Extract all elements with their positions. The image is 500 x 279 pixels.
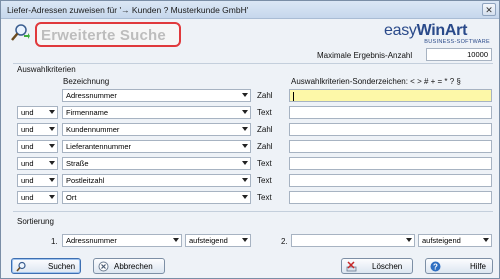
max-results-input[interactable]: 10000 <box>426 48 492 61</box>
criteria-type-label: Zahl <box>257 142 273 151</box>
chevron-down-icon <box>49 144 55 148</box>
chevron-down-icon <box>242 195 248 199</box>
chevron-down-icon <box>242 161 248 165</box>
chevron-down-icon <box>49 195 55 199</box>
chevron-down-icon <box>49 110 55 114</box>
criteria-type-label: Text <box>257 193 272 202</box>
criteria-type-label: Text <box>257 176 272 185</box>
sort-order-1-select[interactable]: aufsteigend <box>185 234 251 247</box>
criteria-field-select[interactable]: Ort <box>62 191 251 204</box>
chevron-down-icon <box>49 127 55 131</box>
column-header-bezeichnung: Bezeichnung <box>63 77 110 86</box>
criteria-value-input[interactable] <box>289 140 492 153</box>
search-title-box: Erweiterte Suche <box>35 22 181 47</box>
search-button[interactable]: Suchen <box>11 258 81 274</box>
window-title: Liefer-Adressen zuweisen für '→ Kunden ?… <box>7 5 249 15</box>
connector-select[interactable]: und <box>17 123 58 136</box>
chevron-down-icon <box>242 110 248 114</box>
connector-select[interactable]: und <box>17 157 58 170</box>
help-icon: ? <box>430 261 441 272</box>
sort-section-label: Sortierung <box>17 217 54 226</box>
search-icon <box>16 261 26 272</box>
chevron-down-icon <box>483 238 489 242</box>
cancel-icon <box>98 261 109 272</box>
max-results-label: Maximale Ergebnis-Anzahl <box>317 51 413 60</box>
chevron-down-icon <box>242 93 248 97</box>
connector-select[interactable]: und <box>17 174 58 187</box>
chevron-down-icon <box>406 238 412 242</box>
connector-select[interactable]: und <box>17 106 58 119</box>
delete-button[interactable]: Löschen <box>341 258 413 274</box>
criteria-field-select[interactable]: Lieferantennummer <box>62 140 251 153</box>
criteria-field-select[interactable]: Adressnummer <box>62 89 251 102</box>
chevron-down-icon <box>242 178 248 182</box>
chevron-down-icon <box>173 238 179 242</box>
criteria-type-label: Zahl <box>257 91 273 100</box>
chevron-down-icon <box>49 178 55 182</box>
help-button[interactable]: ? Hilfe <box>425 258 493 274</box>
sort-order-2-select[interactable]: aufsteigend <box>418 234 492 247</box>
sort-number-1: 1. <box>51 237 58 246</box>
criteria-field-select[interactable]: Kundennummer <box>62 123 251 136</box>
sort-field-1-select[interactable]: Adressnummer <box>62 234 182 247</box>
title-bar: Liefer-Adressen zuweisen für '→ Kunden ?… <box>1 1 499 19</box>
chevron-down-icon <box>242 238 248 242</box>
chevron-down-icon <box>49 161 55 165</box>
sort-number-2: 2. <box>281 237 288 246</box>
criteria-section-label: Auswahlkriterien <box>17 65 76 74</box>
criteria-value-input[interactable] <box>289 191 492 204</box>
cancel-button[interactable]: Abbrechen <box>93 258 165 274</box>
criteria-field-select[interactable]: Firmenname <box>62 106 251 119</box>
text-cursor <box>293 92 294 101</box>
search-dialog: Liefer-Adressen zuweisen für '→ Kunden ?… <box>0 0 500 279</box>
close-button[interactable]: ✕ <box>482 3 496 16</box>
connector-select[interactable]: und <box>17 140 58 153</box>
criteria-type-label: Zahl <box>257 125 273 134</box>
criteria-value-input[interactable] <box>289 174 492 187</box>
svg-text:?: ? <box>433 262 438 271</box>
criteria-type-label: Text <box>257 159 272 168</box>
criteria-type-label: Text <box>257 108 272 117</box>
connector-select[interactable]: und <box>17 191 58 204</box>
search-tool-icon <box>11 24 30 41</box>
criteria-value-input[interactable] <box>289 89 492 102</box>
chevron-down-icon <box>242 144 248 148</box>
criteria-value-input[interactable] <box>289 106 492 119</box>
divider <box>13 211 493 212</box>
easywinart-logo: easyWinArt BUSINESS-SOFTWARE <box>384 22 490 45</box>
delete-icon <box>346 261 357 272</box>
criteria-value-input[interactable] <box>289 123 492 136</box>
search-title: Erweiterte Suche <box>41 27 166 44</box>
sort-field-2-select[interactable] <box>291 234 415 247</box>
criteria-field-select[interactable]: Postleitzahl <box>62 174 251 187</box>
criteria-field-select[interactable]: Straße <box>62 157 251 170</box>
chevron-down-icon <box>242 127 248 131</box>
divider <box>13 63 493 64</box>
criteria-value-input[interactable] <box>289 157 492 170</box>
column-header-special-chars: Auswahlkriterien-Sonderzeichen: < > # + … <box>291 77 461 86</box>
